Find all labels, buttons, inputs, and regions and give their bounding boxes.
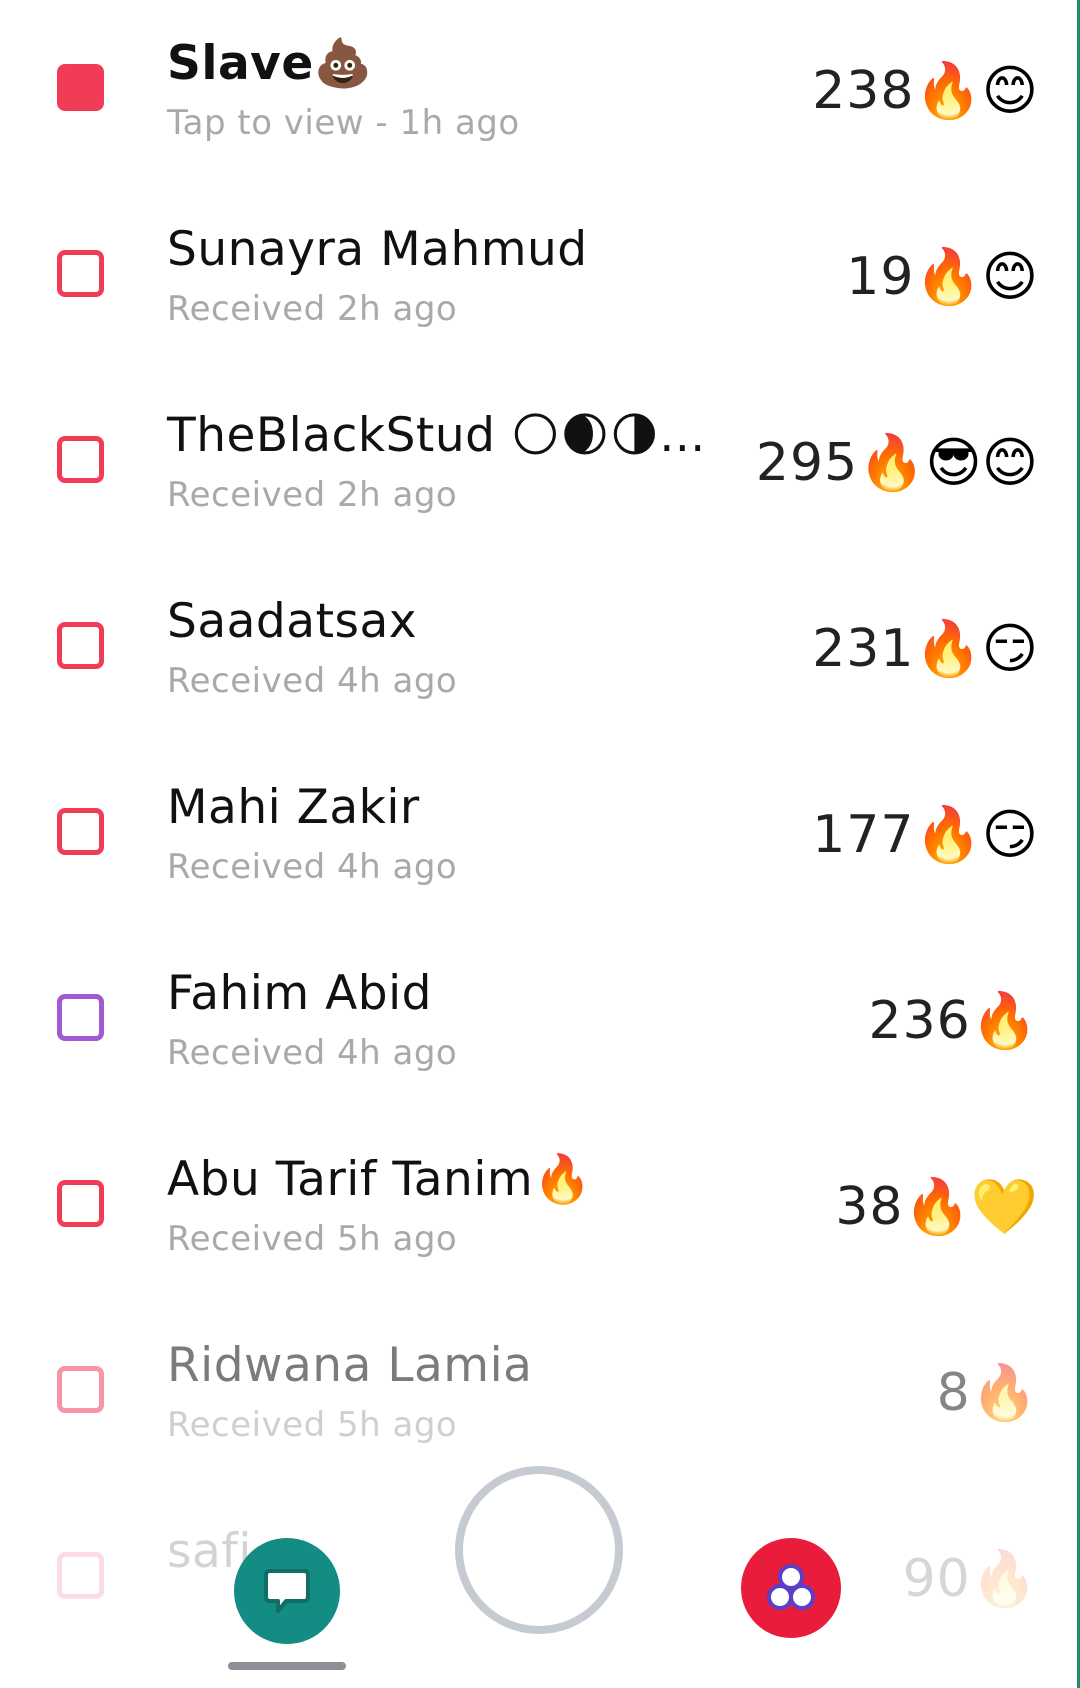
chat-row[interactable]: Abu Tarif Tanim🔥 Received 5h ago 38 🔥💛	[0, 1116, 1080, 1315]
received-video-icon	[57, 994, 104, 1041]
streak-emojis: 🔥😊	[914, 59, 1038, 122]
chat-name: Sunayra Mahmud	[167, 222, 588, 277]
received-snap-icon	[57, 1552, 104, 1599]
streak: 8 🔥	[937, 1358, 1038, 1428]
streak: 238 🔥😊	[812, 56, 1038, 126]
chat-row[interactable]: Slave💩 Tap to view - 1h ago 238 🔥😊	[0, 0, 1080, 199]
streak-emojis: 🔥	[970, 989, 1038, 1052]
chat-status: Received 5h ago	[167, 1405, 458, 1445]
streak-emojis: 🔥😏	[914, 617, 1038, 680]
chat-name: Fahim Abid	[167, 966, 432, 1021]
chat-status: Received 4h ago	[167, 847, 458, 887]
streak: 90 🔥	[903, 1544, 1038, 1614]
chat-status: Received 2h ago	[167, 289, 458, 329]
streak: 19 🔥😊	[846, 242, 1038, 312]
unopened-snap-icon	[57, 64, 104, 111]
received-snap-icon	[57, 1180, 104, 1227]
chat-name: Saadatsax	[167, 594, 418, 649]
chat-nav-button[interactable]	[234, 1538, 340, 1644]
chat-name: Abu Tarif Tanim🔥	[167, 1152, 593, 1207]
streak-count: 8	[936, 1363, 971, 1423]
received-snap-icon	[57, 1366, 104, 1413]
chat-name: TheBlackStud 🌕🌒🌗...	[167, 408, 706, 463]
chat-status: Received 5h ago	[167, 1219, 458, 1259]
chat-row[interactable]: Mahi Zakir Received 4h ago 177 🔥😏	[0, 744, 1080, 943]
streak-emojis: 🔥😊	[914, 245, 1038, 308]
chat-row[interactable]: Sunayra Mahmud Received 2h ago 19 🔥😊	[0, 186, 1080, 385]
streak-count: 38	[835, 1177, 904, 1237]
streak: 38 🔥💛	[835, 1172, 1038, 1242]
streak-count: 236	[868, 991, 971, 1051]
discover-nav-button[interactable]	[741, 1538, 841, 1638]
chat-bubble-icon	[264, 1569, 310, 1613]
streak-count: 177	[812, 805, 915, 865]
chat-status: Received 4h ago	[167, 1033, 458, 1073]
chat-status: Received 4h ago	[167, 661, 458, 701]
streak: 231 🔥😏	[812, 614, 1038, 684]
streak: 177 🔥😏	[812, 800, 1038, 870]
streak-emojis: 🔥	[970, 1361, 1038, 1424]
home-indicator[interactable]	[228, 1662, 346, 1670]
streak: 236 🔥	[868, 986, 1038, 1056]
chat-row[interactable]: TheBlackStud 🌕🌒🌗... Received 2h ago 295 …	[0, 372, 1080, 571]
received-snap-icon	[57, 436, 104, 483]
streak-emojis: 🔥😏	[914, 803, 1038, 866]
received-snap-icon	[57, 808, 104, 855]
chat-name: Slave💩	[167, 36, 373, 91]
streak-emojis: 🔥💛	[903, 1175, 1038, 1238]
streak-emojis: 🔥😎😊	[858, 431, 1038, 494]
chat-status: Tap to view - 1h ago	[167, 103, 520, 143]
capture-button[interactable]	[455, 1466, 623, 1634]
discover-icon	[767, 1564, 815, 1610]
streak-count: 231	[812, 619, 915, 679]
chat-name: Ridwana Lamia	[167, 1338, 533, 1393]
streak-count: 295	[755, 433, 859, 493]
chat-status: Received 2h ago	[167, 475, 458, 515]
streak-count: 90	[902, 1549, 971, 1609]
streak-count: 19	[846, 247, 915, 307]
chat-row[interactable]: Saadatsax Received 4h ago 231 🔥😏	[0, 558, 1080, 757]
received-snap-icon	[57, 250, 104, 297]
chat-row[interactable]: Fahim Abid Received 4h ago 236 🔥	[0, 930, 1080, 1129]
streak: 295 🔥😎😊	[756, 428, 1038, 498]
streak-emojis: 🔥	[970, 1547, 1038, 1610]
chat-name: Mahi Zakir	[167, 780, 420, 835]
received-snap-icon	[57, 622, 104, 669]
streak-count: 238	[812, 61, 915, 121]
